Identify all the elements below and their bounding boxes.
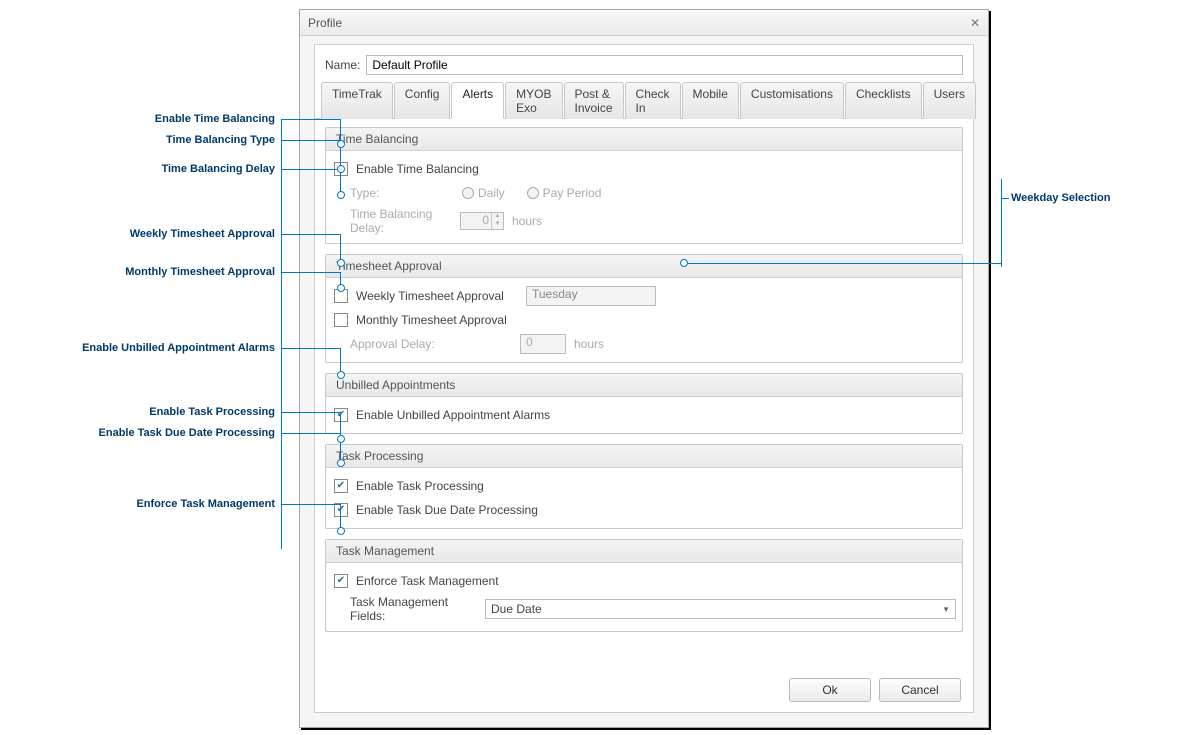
label-enable-time-balancing: Enable Time Balancing xyxy=(356,162,479,176)
callout-weekday-selection: Weekday Selection xyxy=(1011,192,1191,204)
dialog-buttons: Ok Cancel xyxy=(789,678,961,702)
callout-enable-time-balancing: Enable Time Balancing xyxy=(0,113,275,125)
group-header-task-processing: Task Processing xyxy=(326,445,962,468)
row-time-balancing-type: Type: Daily Pay Period xyxy=(332,181,956,205)
row-approval-delay: Approval Delay: 0 hours xyxy=(332,332,956,356)
row-enable-task-due: ✔ Enable Task Due Date Processing xyxy=(332,498,956,522)
row-enable-time-balancing: Enable Time Balancing xyxy=(332,157,956,181)
checkbox-enable-task-due[interactable]: ✔ xyxy=(334,503,348,517)
tab-customisations[interactable]: Customisations xyxy=(740,82,844,119)
label-hours-2: hours xyxy=(574,337,604,351)
tab-config[interactable]: Config xyxy=(394,82,451,119)
callout-monthly-timesheet: Monthly Timesheet Approval xyxy=(0,266,275,278)
row-task-management-fields: Task Management Fields: Due Date ▼ xyxy=(332,593,956,625)
titlebar: Profile ✕ xyxy=(300,10,988,36)
select-weekday[interactable]: Tuesday xyxy=(526,286,656,306)
radio-daily xyxy=(462,187,474,199)
row-time-balancing-delay: Time Balancing Delay: 0 ▲▼ hours xyxy=(332,205,956,237)
callout-time-balancing-type: Time Balancing Type xyxy=(0,134,275,146)
label-enforce-task-management: Enforce Task Management xyxy=(356,574,499,588)
label-pay-period: Pay Period xyxy=(543,186,602,200)
tab-myob-exo[interactable]: MYOB Exo xyxy=(505,82,562,119)
label-enable-task-due: Enable Task Due Date Processing xyxy=(356,503,538,517)
label-enable-unbilled: Enable Unbilled Appointment Alarms xyxy=(356,408,550,422)
radio-pay-period xyxy=(527,187,539,199)
callout-weekly-timesheet: Weekly Timesheet Approval xyxy=(0,228,275,240)
callout-spine-left xyxy=(281,119,282,549)
input-time-balancing-delay: 0 ▲▼ xyxy=(460,212,504,230)
tab-check-in[interactable]: Check In xyxy=(625,82,681,119)
tab-users[interactable]: Users xyxy=(923,82,976,119)
row-monthly-approval: Monthly Timesheet Approval xyxy=(332,308,956,332)
label-task-management-fields: Task Management Fields: xyxy=(350,595,485,623)
row-enable-task-processing: ✔ Enable Task Processing xyxy=(332,474,956,498)
checkbox-enable-task-processing[interactable]: ✔ xyxy=(334,479,348,493)
label-weekly-approval: Weekly Timesheet Approval xyxy=(356,289,526,303)
tabstrip: TimeTrak Config Alerts MYOB Exo Post & I… xyxy=(315,81,973,119)
cancel-button[interactable]: Cancel xyxy=(879,678,961,702)
input-approval-delay: 0 xyxy=(520,334,566,354)
group-header-task-management: Task Management xyxy=(326,540,962,563)
callout-enforce-task-mgmt: Enforce Task Management xyxy=(0,498,275,510)
group-timesheet-approval: Timesheet Approval Weekly Timesheet Appr… xyxy=(325,254,963,363)
group-header-unbilled: Unbilled Appointments xyxy=(326,374,962,397)
label-hours-1: hours xyxy=(512,214,542,228)
name-row: Name: xyxy=(315,45,973,81)
row-enforce-task-management: ✔ Enforce Task Management xyxy=(332,569,956,593)
row-weekly-approval: Weekly Timesheet Approval Tuesday xyxy=(332,284,956,308)
close-icon[interactable]: ✕ xyxy=(970,16,980,30)
label-enable-task-processing: Enable Task Processing xyxy=(356,479,484,493)
tab-mobile[interactable]: Mobile xyxy=(682,82,739,119)
label-daily: Daily xyxy=(478,186,505,200)
row-enable-unbilled: ✔ Enable Unbilled Appointment Alarms xyxy=(332,403,956,427)
profile-dialog: Profile ✕ Name: TimeTrak Config Alerts M… xyxy=(299,9,989,728)
tab-checklists[interactable]: Checklists xyxy=(845,82,922,119)
callout-time-balancing-delay: Time Balancing Delay xyxy=(0,163,275,175)
name-input[interactable] xyxy=(366,55,963,75)
group-task-processing: Task Processing ✔ Enable Task Processing… xyxy=(325,444,963,529)
callout-enable-task-processing: Enable Task Processing xyxy=(0,406,275,418)
label-type: Type: xyxy=(350,186,460,200)
checkbox-enforce-task-management[interactable]: ✔ xyxy=(334,574,348,588)
window-title: Profile xyxy=(308,16,342,30)
ok-button[interactable]: Ok xyxy=(789,678,871,702)
checkbox-enable-unbilled[interactable]: ✔ xyxy=(334,408,348,422)
group-task-management: Task Management ✔ Enforce Task Managemen… xyxy=(325,539,963,632)
callout-enable-unbilled: Enable Unbilled Appointment Alarms xyxy=(0,342,275,354)
group-header-timesheet: Timesheet Approval xyxy=(326,255,962,278)
dialog-body: Name: TimeTrak Config Alerts MYOB Exo Po… xyxy=(314,44,974,713)
checkbox-monthly-approval[interactable] xyxy=(334,313,348,327)
group-header-time-balancing: Time Balancing xyxy=(326,128,962,151)
chevron-down-icon: ▼ xyxy=(942,605,950,614)
callout-enable-task-due: Enable Task Due Date Processing xyxy=(0,427,275,439)
tab-timetrak[interactable]: TimeTrak xyxy=(321,82,393,119)
tab-content: Time Balancing Enable Time Balancing Typ… xyxy=(315,119,973,642)
label-approval-delay: Approval Delay: xyxy=(350,337,520,351)
label-monthly-approval: Monthly Timesheet Approval xyxy=(356,313,507,327)
tab-post-invoice[interactable]: Post & Invoice xyxy=(564,82,624,119)
group-unbilled: Unbilled Appointments ✔ Enable Unbilled … xyxy=(325,373,963,434)
group-time-balancing: Time Balancing Enable Time Balancing Typ… xyxy=(325,127,963,244)
label-delay: Time Balancing Delay: xyxy=(350,207,460,235)
tab-alerts[interactable]: Alerts xyxy=(451,82,504,119)
select-task-management-fields[interactable]: Due Date ▼ xyxy=(485,599,956,619)
name-label: Name: xyxy=(325,58,360,72)
